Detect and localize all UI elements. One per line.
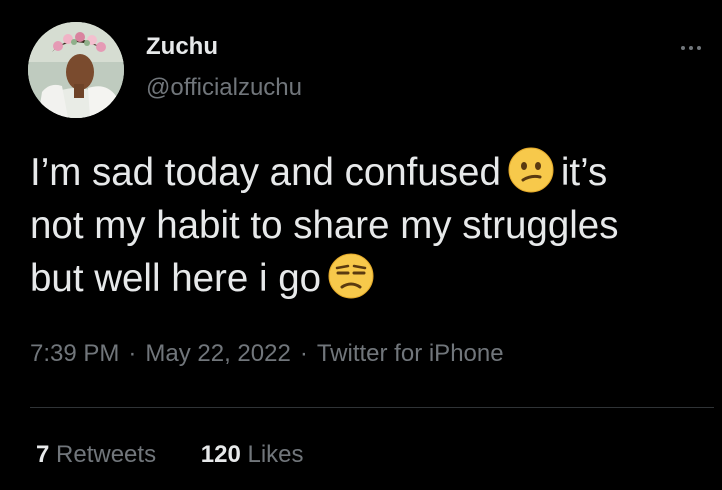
tweet-date[interactable]: May 22, 2022 (145, 340, 290, 367)
tweet-text-line: but well here i go (30, 252, 720, 305)
more-horizontal-icon (681, 46, 685, 50)
tweet-source[interactable]: Twitter for iPhone (317, 340, 504, 367)
tweet-text: I’m sad today and confused it’s not my h… (30, 146, 720, 305)
retweets-stat[interactable]: 7 Retweets (36, 441, 156, 469)
divider (30, 407, 714, 408)
tweet-time[interactable]: 7:39 PM (30, 340, 119, 367)
tweet-text-line: not my habit to share my struggles (30, 199, 720, 252)
tweet-text-segment: I’m sad today and confused (30, 151, 501, 194)
more-horizontal-icon (689, 46, 693, 50)
meta-separator: · (128, 340, 137, 367)
likes-stat[interactable]: 120 Likes (201, 441, 304, 469)
retweets-label: Retweets (56, 441, 157, 468)
retweets-count: 7 (36, 441, 50, 468)
likes-label: Likes (247, 441, 304, 468)
author-name[interactable]: Zuchu (146, 33, 218, 61)
tweet-text-segment: but well here i go (30, 257, 322, 300)
tweet-text-segment: it’s (560, 151, 608, 194)
tweet-metadata: 7:39 PM · May 22, 2022 · Twitter for iPhone (30, 340, 504, 368)
unamused-face-icon (327, 252, 375, 300)
tweet-text-line: I’m sad today and confused it’s (30, 146, 720, 199)
author-handle[interactable]: @officialzuchu (146, 74, 302, 102)
confused-face-icon (507, 146, 555, 194)
meta-separator: · (299, 340, 308, 367)
more-options-button[interactable] (676, 40, 706, 56)
tweet-detail: Zuchu @officialzuchu I’m sad today and c… (0, 0, 722, 490)
more-horizontal-icon (697, 46, 701, 50)
likes-count: 120 (200, 441, 241, 468)
avatar[interactable] (28, 22, 124, 118)
tweet-text-segment: not my habit to share my struggles (30, 204, 619, 247)
tweet-stats: 7 Retweets 120 Likes (36, 441, 304, 469)
